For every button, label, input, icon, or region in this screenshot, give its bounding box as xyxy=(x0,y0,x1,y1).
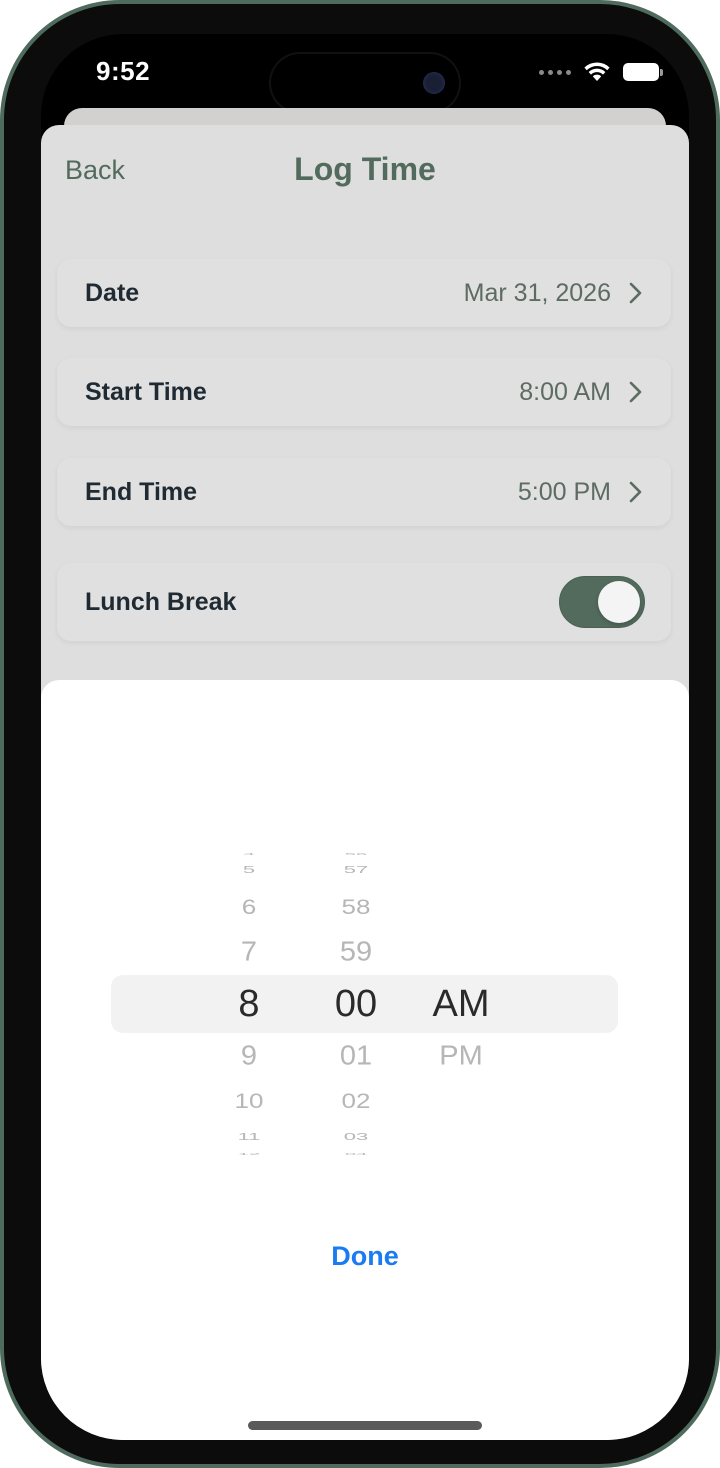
page-title: Log Time xyxy=(294,151,436,187)
picker-option[interactable]: 7 xyxy=(189,938,309,966)
picker-selected-value[interactable]: 00 xyxy=(296,985,416,1023)
end-time-value: 5:00 PM xyxy=(517,477,611,506)
picker-option[interactable]: 5 xyxy=(189,865,309,875)
picker-option[interactable]: 02 xyxy=(296,1091,416,1112)
picker-option[interactable]: 4 xyxy=(189,853,309,856)
wifi-icon xyxy=(584,62,610,81)
navigation-bar: Back Log Time xyxy=(41,125,689,221)
picker-option[interactable]: PM xyxy=(401,1042,521,1070)
picker-option[interactable]: 10 xyxy=(189,1091,309,1112)
picker-option[interactable]: 57 xyxy=(296,865,416,875)
chevron-right-icon xyxy=(629,481,642,503)
date-value: Mar 31, 2026 xyxy=(463,278,611,307)
picker-option[interactable]: 11 xyxy=(189,1132,309,1142)
picker-option[interactable]: 58 xyxy=(296,897,416,918)
toggle-knob xyxy=(598,581,640,623)
signal-icon xyxy=(539,69,571,75)
start-time-value: 8:00 AM xyxy=(519,377,611,406)
picker-option[interactable]: 56 xyxy=(296,853,416,856)
period-wheel[interactable]: AM PM xyxy=(401,850,521,1156)
picker-option[interactable]: 03 xyxy=(296,1132,416,1142)
dynamic-island xyxy=(271,54,459,112)
phone-frame: 9:52 Back Log Time Date Mar 31, 2026 Sta… xyxy=(0,0,720,1468)
picker-option[interactable]: 12 xyxy=(189,1153,309,1156)
start-time-row[interactable]: Start Time 8:00 AM xyxy=(57,358,671,426)
chevron-right-icon xyxy=(629,381,642,403)
end-time-label: End Time xyxy=(85,477,198,506)
picker-selected-value[interactable]: 8 xyxy=(189,985,309,1023)
lunch-break-label: Lunch Break xyxy=(85,587,237,616)
home-indicator[interactable] xyxy=(248,1421,482,1430)
lunch-break-toggle[interactable] xyxy=(559,576,645,628)
screen: 9:52 Back Log Time Date Mar 31, 2026 Sta… xyxy=(41,34,689,1440)
date-label: Date xyxy=(85,278,140,307)
end-time-row[interactable]: End Time 5:00 PM xyxy=(57,458,671,526)
picker-option[interactable]: 04 xyxy=(296,1153,416,1156)
status-icons xyxy=(539,60,663,84)
picker-option[interactable]: 59 xyxy=(296,938,416,966)
camera-icon xyxy=(423,72,445,94)
done-button[interactable]: Done xyxy=(41,1240,689,1273)
status-time: 9:52 xyxy=(96,56,151,86)
picker-selected-value[interactable]: AM xyxy=(401,985,521,1023)
lunch-break-row: Lunch Break xyxy=(57,563,671,641)
date-row[interactable]: Date Mar 31, 2026 xyxy=(57,259,671,327)
start-time-label: Start Time xyxy=(85,377,207,406)
minute-wheel[interactable]: 56 57 58 59 00 01 02 03 04 xyxy=(296,850,416,1156)
time-picker: 4 5 6 7 8 9 10 11 12 56 57 58 59 00 01 02 03 04 AM PM xyxy=(41,850,689,1156)
picker-option[interactable]: 6 xyxy=(189,897,309,918)
hour-wheel[interactable]: 4 5 6 7 8 9 10 11 12 xyxy=(189,850,309,1156)
chevron-right-icon xyxy=(629,282,642,304)
picker-option[interactable]: 9 xyxy=(189,1042,309,1070)
status-bar: 9:52 xyxy=(41,34,689,112)
picker-option[interactable]: 01 xyxy=(296,1042,416,1070)
time-picker-sheet: 4 5 6 7 8 9 10 11 12 56 57 58 59 00 01 02 03 04 AM PM Don… xyxy=(41,680,689,1440)
battery-icon xyxy=(623,63,663,81)
